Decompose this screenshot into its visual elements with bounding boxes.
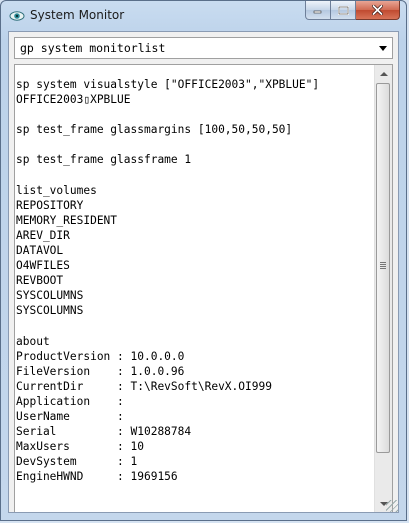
- maximize-button[interactable]: [331, 1, 356, 20]
- output-line: sp test_frame glassmargins [100,50,50,50…: [16, 123, 293, 137]
- output-line: SYSCOLUMNS: [16, 304, 84, 318]
- system-monitor-window: System Monitor gp system monitorlist sp …: [0, 0, 407, 521]
- output-line: SYSCOLUMNS: [16, 289, 84, 303]
- output-line: Serial : W10288784: [16, 425, 192, 439]
- output-line: MEMORY_RESIDENT: [16, 213, 118, 227]
- minimize-button[interactable]: [305, 1, 331, 20]
- output-line: REPOSITORY: [16, 198, 84, 212]
- output-line: DATAVOL: [16, 244, 64, 258]
- window-title: System Monitor: [30, 8, 125, 22]
- output-line: sp test_frame glassframe 1: [16, 153, 192, 167]
- output-line: ProductVersion : 10.0.0.0: [16, 349, 185, 363]
- scroll-up-icon: [379, 71, 388, 76]
- output-line: FileVersion : 1.0.0.96: [16, 364, 185, 378]
- output-line: EngineHWND : 1969156: [16, 470, 178, 484]
- output-line: list_volumes: [16, 183, 97, 197]
- output-line: DevSystem : 1: [16, 455, 138, 469]
- output-pane[interactable]: sp system visualstyle ["OFFICE2003","XPB…: [14, 64, 393, 512]
- output-line: REVBOOT: [16, 274, 64, 288]
- output-line: O4WFILES: [16, 259, 70, 273]
- eye-icon: [9, 11, 25, 21]
- output-line: Application :: [16, 394, 124, 408]
- resize-grip-icon[interactable]: [386, 500, 398, 512]
- caption-buttons: [305, 1, 400, 21]
- scroll-thumb[interactable]: [376, 83, 390, 453]
- client-area: gp system monitorlist sp system visualst…: [8, 31, 399, 513]
- close-icon: [372, 5, 383, 15]
- command-combobox[interactable]: gp system monitorlist: [14, 37, 393, 59]
- output-line: UserName :: [16, 410, 124, 424]
- output-line: AREV_DIR: [16, 228, 70, 242]
- command-input[interactable]: gp system monitorlist: [20, 41, 165, 55]
- scroll-grip-icon: [380, 262, 386, 269]
- output-line: MaxUsers : 10: [16, 440, 144, 454]
- output-line: sp system visualstyle ["OFFICE2003","XPB…: [16, 78, 320, 91]
- output-lines: sp system visualstyle ["OFFICE2003","XPB…: [16, 77, 374, 485]
- dropdown-arrow-icon[interactable]: [379, 46, 387, 51]
- output-line: about: [16, 334, 50, 348]
- output-line: OFFICE2003▯XPBLUE: [16, 93, 131, 107]
- close-button[interactable]: [356, 1, 400, 20]
- maximize-icon: [337, 5, 349, 15]
- title-bar[interactable]: System Monitor: [1, 1, 406, 31]
- minimize-icon: [313, 10, 322, 14]
- scroll-up-button[interactable]: [375, 65, 392, 82]
- output-line: CurrentDir : T:\RevSoft\RevX.OI999: [16, 379, 272, 393]
- vertical-scrollbar[interactable]: [374, 65, 392, 512]
